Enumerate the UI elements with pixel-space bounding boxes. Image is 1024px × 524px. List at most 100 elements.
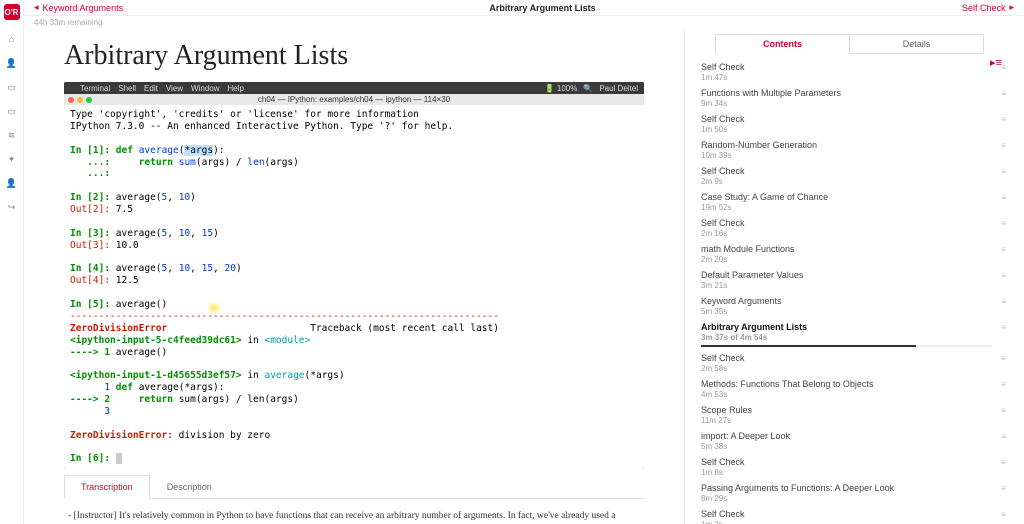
bookmark-icon[interactable]: ≡	[992, 140, 1006, 150]
menubar-status: Paul Deitel	[599, 84, 638, 93]
menubar-status: 🔋 100%	[545, 84, 578, 93]
toc-item[interactable]: Self Check2m 58s≡	[699, 349, 1008, 375]
menubar-item: Terminal	[80, 84, 110, 93]
home-icon[interactable]: ⌂	[7, 34, 17, 44]
toc-title: Functions with Multiple Parameters	[701, 88, 992, 98]
bookmark-icon[interactable]: ≡	[992, 192, 1006, 202]
toc-duration: 1m 8s	[701, 468, 992, 477]
tab-details[interactable]: Details	[850, 34, 984, 54]
toc-duration: 10m 39s	[701, 151, 992, 160]
video-frame[interactable]: TerminalShellEditViewWindowHelp 🔋 100%🔍P…	[64, 82, 644, 469]
next-label: Self Check	[962, 3, 1006, 13]
page-title: Arbitrary Argument Lists	[64, 40, 644, 72]
transcript-text: - [Instructor] It's relatively common in…	[64, 499, 644, 524]
toc-title: Self Check	[701, 62, 992, 72]
tab-description[interactable]: Description	[150, 475, 229, 498]
bookmark-icon[interactable]: ≡	[992, 88, 1006, 98]
toc-item[interactable]: import: A Deeper Look5m 38s≡	[699, 427, 1008, 453]
brand-logo[interactable]: O'R	[4, 4, 20, 20]
toc-item[interactable]: Keyword Arguments5m 35s≡	[699, 292, 1008, 318]
bookmark-icon[interactable]: ≡	[992, 431, 1006, 441]
bookmark-icon[interactable]: ≡	[992, 296, 1006, 306]
toc-title: Case Study: A Game of Chance	[701, 192, 992, 202]
toc-item[interactable]: Functions with Multiple Parameters9m 34s…	[699, 84, 1008, 110]
toc-item[interactable]: math Module Functions2m 20s≡	[699, 240, 1008, 266]
chevron-right-icon: ▸	[1009, 2, 1014, 13]
toc-duration: 11m 27s	[701, 416, 992, 425]
toc-item[interactable]: Self Check1m 8s≡	[699, 453, 1008, 479]
next-link[interactable]: Self Check ▸	[962, 2, 1014, 13]
tab-transcription[interactable]: Transcription	[64, 475, 150, 499]
bookmark-icon[interactable]: ≡	[992, 322, 1006, 332]
close-dot-icon	[68, 97, 74, 103]
toc-item[interactable]: Default Parameter Values3m 21s≡	[699, 266, 1008, 292]
menubar-item: Shell	[118, 84, 136, 93]
topbar: ◂ Keyword Arguments Arbitrary Argument L…	[24, 0, 1024, 16]
bookmark-icon[interactable]: ≡	[992, 509, 1006, 519]
toc-title: Self Check	[701, 509, 992, 519]
toc-duration: 2m 58s	[701, 364, 992, 373]
toc-list: Self Check1m 47s≡Functions with Multiple…	[685, 58, 1014, 524]
bookmark-icon[interactable]: ≡	[992, 379, 1006, 389]
prev-link[interactable]: ◂ Keyword Arguments	[34, 2, 123, 13]
terminal-body: Type 'copyright', 'credits' or 'license'…	[64, 105, 644, 469]
settings-icon[interactable]: ↪	[7, 202, 17, 212]
toc-title: Self Check	[701, 353, 992, 363]
toc-item[interactable]: Case Study: A Game of Chance19m 52s≡	[699, 188, 1008, 214]
collapse-sidebar-icon[interactable]: ▸≡	[984, 56, 1008, 69]
book-icon[interactable]: ▭	[7, 82, 17, 92]
toc-item[interactable]: Random-Number Generation10m 39s≡	[699, 136, 1008, 162]
toc-duration: 9m 34s	[701, 99, 992, 108]
chevron-left-icon: ◂	[34, 2, 39, 13]
toc-duration: 2m 9s	[701, 177, 992, 186]
left-rail: O'R ⌂ 👤 ▭ ▭ ≋ ✦ 👤 ↪	[0, 0, 24, 524]
bookmark-icon[interactable]: ≡	[992, 114, 1006, 124]
terminal-titlebar: ch04 — IPython: examples/ch04 — ipython …	[64, 94, 644, 105]
toc-item[interactable]: Self Check2m 9s≡	[699, 162, 1008, 188]
toc-item[interactable]: Methods: Functions That Belong to Object…	[699, 375, 1008, 401]
main-content: Arbitrary Argument Lists TerminalShellEd…	[24, 28, 684, 524]
toc-duration: 5m 38s	[701, 442, 992, 451]
mac-menubar: TerminalShellEditViewWindowHelp 🔋 100%🔍P…	[64, 82, 644, 94]
toc-item[interactable]: Passing Arguments to Functions: A Deeper…	[699, 479, 1008, 505]
bookmark-icon[interactable]: ≡	[992, 218, 1006, 228]
toc-title: Keyword Arguments	[701, 296, 992, 306]
bookmark-icon[interactable]: ≡	[992, 244, 1006, 254]
toc-duration: 19m 52s	[701, 203, 992, 212]
tab-contents[interactable]: Contents	[715, 34, 850, 54]
toc-item[interactable]: Arbitrary Argument Lists3m 37s of 4m 54s…	[699, 318, 1008, 349]
toc-item[interactable]: Self Check1m 2s≡	[699, 505, 1008, 524]
topbar-title: Arbitrary Argument Lists	[123, 3, 962, 13]
sidebar: ▸≡ Contents Details Self Check1m 47s≡Fun…	[684, 28, 1014, 524]
toc-duration: 4m 53s	[701, 390, 992, 399]
toc-title: math Module Functions	[701, 244, 992, 254]
path-icon[interactable]: ≋	[7, 130, 17, 140]
toc-title: Arbitrary Argument Lists	[701, 322, 992, 332]
toc-duration: 1m 47s	[701, 73, 992, 82]
toc-item[interactable]: Self Check1m 50s≡	[699, 110, 1008, 136]
bookmark-icon[interactable]: ≡	[992, 270, 1006, 280]
toc-title: Self Check	[701, 457, 992, 467]
bookmark-icon[interactable]: ≡	[992, 405, 1006, 415]
min-dot-icon	[77, 97, 83, 103]
answers-icon[interactable]: ✦	[7, 154, 17, 164]
menubar-item: Window	[191, 84, 219, 93]
toc-title: Methods: Functions That Belong to Object…	[701, 379, 992, 389]
user-icon[interactable]: 👤	[7, 58, 17, 68]
toc-duration: 3m 21s	[701, 281, 992, 290]
video-icon[interactable]: ▭	[7, 106, 17, 116]
bookmark-icon[interactable]: ≡	[992, 483, 1006, 493]
toc-duration: 2m 16s	[701, 229, 992, 238]
toc-duration: 1m 50s	[701, 125, 992, 134]
menubar-status: 🔍	[583, 84, 593, 93]
toc-duration: 5m 35s	[701, 307, 992, 316]
toc-title: Random-Number Generation	[701, 140, 992, 150]
profile-icon[interactable]: 👤	[7, 178, 17, 188]
bookmark-icon[interactable]: ≡	[992, 457, 1006, 467]
bookmark-icon[interactable]: ≡	[992, 353, 1006, 363]
toc-item[interactable]: Scope Rules11m 27s≡	[699, 401, 1008, 427]
bookmark-icon[interactable]: ≡	[992, 166, 1006, 176]
toc-duration: 1m 2s	[701, 520, 992, 524]
toc-item[interactable]: Self Check1m 47s≡	[699, 58, 1008, 84]
toc-item[interactable]: Self Check2m 16s≡	[699, 214, 1008, 240]
